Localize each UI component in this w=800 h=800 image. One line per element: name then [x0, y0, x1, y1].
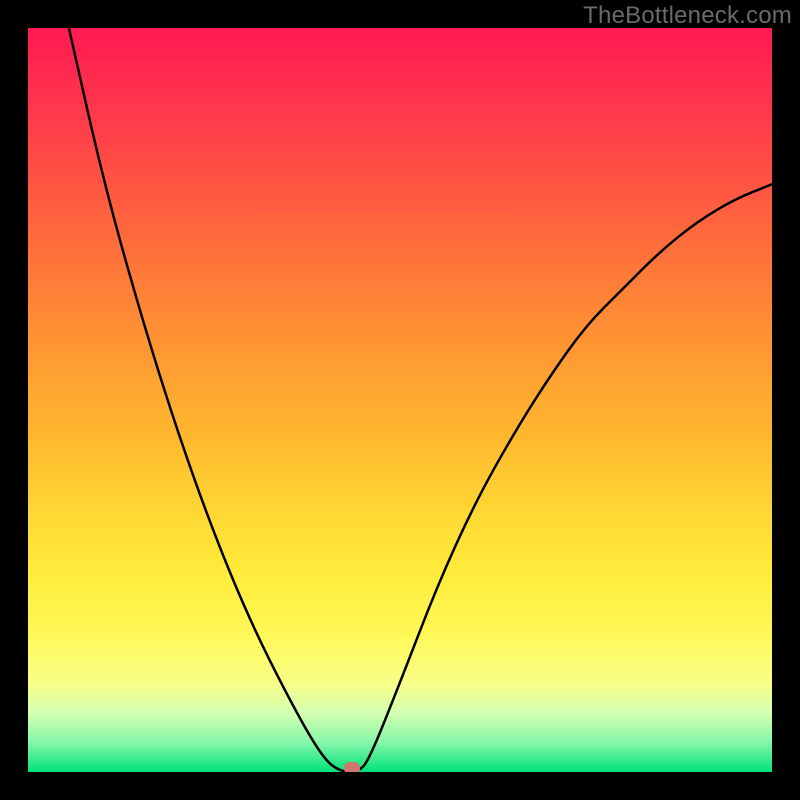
plot-area: [28, 28, 772, 772]
watermark-text: TheBottleneck.com: [583, 2, 792, 30]
chart-frame: TheBottleneck.com: [0, 0, 800, 800]
optimal-point-marker: [344, 762, 360, 772]
bottleneck-curve: [28, 28, 772, 772]
